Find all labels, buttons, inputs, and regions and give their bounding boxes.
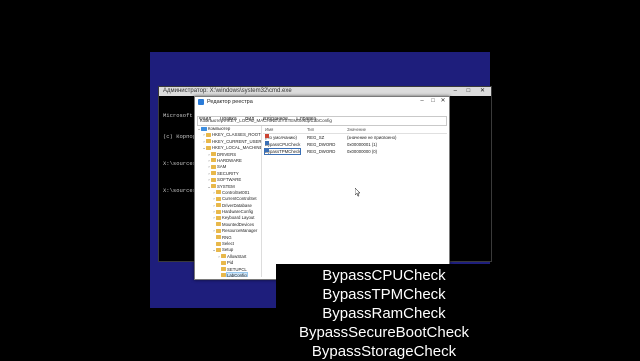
value-data-cell: 0x00000000 (0): [347, 149, 378, 154]
console-window-controls[interactable]: – □ ✕: [454, 87, 489, 96]
console-titlebar[interactable]: Администратор: X:\windows\system32\cmd.e…: [159, 87, 491, 96]
tree-node-label: DRIVERS: [217, 151, 237, 157]
value-type-cell: REG_DWORD: [307, 142, 336, 147]
value-data-cell: 0x00000001 (1): [347, 142, 378, 147]
column-name-header[interactable]: Имя: [265, 126, 273, 133]
folder-icon: [206, 145, 211, 150]
folder-icon: [206, 132, 211, 137]
folder-icon: [211, 171, 216, 176]
tree-node-label: LabConfig: [226, 271, 248, 277]
folder-icon: [211, 158, 216, 163]
tree-node-label: Select: [222, 241, 234, 247]
tree-node-label: HKEY_CLASSES_ROOT: [212, 132, 261, 138]
registry-tree[interactable]: ⌄ Компьютер › HKEY_CLASSES_ROOT › HKEY_CURREN…: [197, 126, 262, 277]
tree-node-label: ResourceManager: [222, 228, 258, 234]
folder-icon: [216, 241, 221, 246]
binary-value-icon: [265, 141, 269, 145]
regedit-title: Редактор реестра: [207, 99, 253, 105]
console-title: Администратор: X:\windows\system32\cmd.e…: [163, 88, 292, 94]
folder-icon: [216, 228, 221, 233]
folder-icon: [211, 152, 216, 157]
address-bar[interactable]: Компьютер\HKEY_LOCAL_MACHINE\SYSTEM\Setu…: [197, 116, 447, 126]
folder-icon: [211, 184, 216, 189]
tree-node-label: AllowStart: [227, 253, 247, 259]
regedit-titlebar[interactable]: Редактор реестра – □ ✕: [195, 97, 449, 107]
rename-input[interactable]: BypassTPMCheck: [263, 148, 302, 155]
menu-bar: Файл Правка Вид Избранное Справка: [195, 107, 449, 122]
folder-icon: [211, 164, 216, 169]
tree-node-label: Setup: [222, 247, 234, 253]
caption-line: BypassTPMCheck: [322, 286, 446, 303]
value-type-cell: REG_SZ: [307, 135, 325, 140]
close-button[interactable]: ✕: [438, 97, 448, 106]
folder-icon: [206, 139, 211, 144]
values-header: Имя Тип Значение: [263, 126, 447, 134]
value-name-cell: BypassCPUCheck: [265, 141, 300, 148]
caption-line: BypassRamCheck: [322, 305, 446, 322]
tree-node-label: SAM: [217, 164, 227, 170]
tree-node-label: RNG: [222, 234, 232, 240]
tree-node-label: CurrentControlSet: [222, 196, 257, 202]
folder-icon: [216, 209, 221, 214]
registry-value-row[interactable]: BypassCPUCheck REG_DWORD 0x00000001 (1): [263, 141, 447, 148]
folder-icon: [216, 196, 221, 201]
column-value-header[interactable]: Значение: [347, 126, 366, 133]
value-data-cell: (значение не присвоено): [347, 135, 397, 140]
maximize-button[interactable]: □: [428, 97, 438, 106]
value-name-cell: (По умолчанию): [265, 134, 297, 141]
caption-line: BypassCPUCheck: [322, 267, 446, 284]
value-name: (По умолчанию): [265, 135, 297, 140]
caption-overlay: BypassCPUCheck BypassTPMCheck BypassRamC…: [276, 264, 492, 360]
value-name-cell: BypassTPMCheck: [263, 148, 302, 155]
folder-icon: [211, 177, 216, 182]
tree-node-label: HKEY_CURRENT_USER: [212, 138, 262, 144]
value-type-cell: REG_DWORD: [307, 149, 336, 154]
tree-node-label: SETUPCL: [227, 266, 247, 272]
folder-icon: [221, 254, 226, 259]
tree-node-label: HardwareConfig: [222, 209, 254, 215]
tree-node-label: Компьютер: [208, 126, 231, 131]
value-name: BypassCPUCheck: [265, 142, 301, 147]
folder-icon: [216, 235, 221, 240]
binary-value-icon: [265, 148, 269, 152]
folder-icon: [221, 260, 226, 265]
string-value-icon: [265, 134, 269, 138]
folder-icon: [216, 247, 221, 252]
registry-value-row[interactable]: BypassTPMCheck REG_DWORD 0x00000000 (0): [263, 148, 447, 155]
folder-icon: [216, 190, 221, 195]
tree-node-label: HARDWARE: [217, 157, 242, 163]
registry-editor-window[interactable]: Редактор реестра – □ ✕ Файл Правка Вид И…: [194, 96, 450, 280]
registry-value-row[interactable]: (По умолчанию) REG_SZ (значение не присвое…: [263, 134, 447, 141]
tree-node-label: HKEY_LOCAL_MACHINE: [212, 145, 262, 151]
tree-node-label: SECURITY: [217, 170, 239, 176]
folder-icon: [216, 203, 221, 208]
caption-line: BypassSecureBootCheck: [298, 324, 470, 341]
computer-icon: [201, 126, 207, 131]
tree-node[interactable]: LabConfig: [197, 271, 261, 277]
folder-icon: [221, 273, 226, 277]
tree-node-label: MountedDevices: [222, 221, 255, 227]
minimize-button[interactable]: –: [417, 97, 427, 106]
tree-node-label: DriverDatabase: [222, 202, 252, 208]
tree-node-label: SOFTWARE: [217, 177, 242, 183]
tree-node-label: ControlSet001: [222, 189, 250, 195]
tree-node-label: Keyboard Layout: [222, 215, 255, 221]
values-list[interactable]: Имя Тип Значение (По умолчанию) REG_SZ (зн…: [263, 126, 447, 277]
caption-line: BypassStorageCheck: [311, 343, 457, 360]
regedit-app-icon: [198, 99, 204, 105]
tree-node-label: SYSTEM: [217, 183, 235, 189]
folder-icon: [216, 222, 221, 227]
folder-icon: [216, 215, 221, 220]
column-type-header[interactable]: Тип: [307, 126, 314, 133]
tree-node-label: Pid: [227, 260, 234, 266]
folder-icon: [221, 267, 226, 272]
